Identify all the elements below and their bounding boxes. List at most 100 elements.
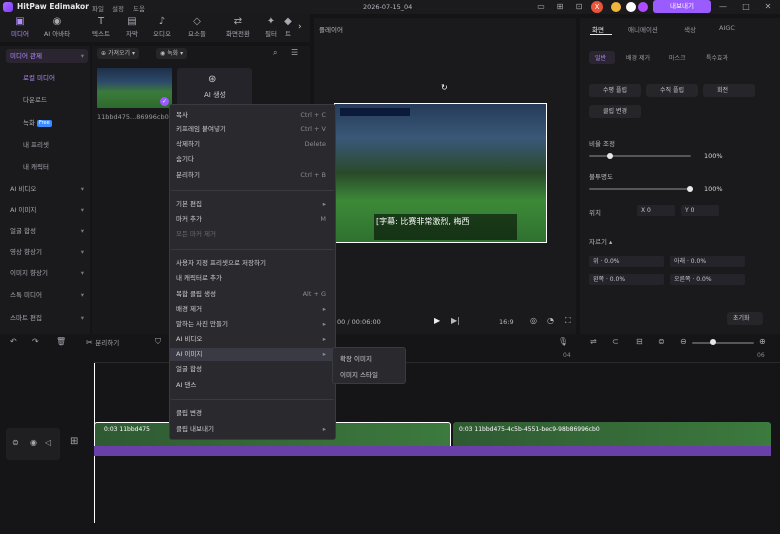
menu-file[interactable]: 파일: [92, 3, 104, 13]
menu-add-marker[interactable]: 마커 추가 M: [176, 213, 326, 225]
zoom-slider[interactable]: [692, 342, 754, 344]
opacity-slider[interactable]: [589, 188, 691, 190]
crop-label[interactable]: 자르기 ▴: [589, 236, 612, 246]
menu-talking-photo[interactable]: 말하는 사진 만들기 ▸: [176, 318, 326, 330]
rotate-icon[interactable]: ↻: [441, 83, 448, 92]
nav-ai-image[interactable]: AI 이미지 ▾: [6, 203, 88, 217]
tab-text[interactable]: T 텍스트: [84, 15, 118, 41]
rotate-button[interactable]: 회전: [703, 84, 755, 97]
opacity-knob[interactable]: [687, 186, 693, 192]
tab-aigc[interactable]: AIGC: [719, 24, 735, 32]
nav-local-media[interactable]: 로컬 미디어: [6, 71, 88, 85]
tab-screen[interactable]: 화면: [592, 24, 604, 34]
opacity-value[interactable]: 100%: [704, 185, 723, 193]
zoom-in-icon[interactable]: ⊕: [759, 337, 766, 346]
next-frame-icon[interactable]: ▶|: [451, 316, 460, 325]
nav-stock-media[interactable]: 스톡 미디어 ▾: [6, 288, 88, 302]
grid-view-icon[interactable]: ☰: [291, 48, 298, 57]
submenu-expand-image[interactable]: 확장 이미지: [340, 353, 372, 365]
tab-transition[interactable]: ⇄ 화면전환: [218, 15, 258, 41]
cart-icon[interactable]: ⊡: [574, 2, 584, 12]
add-track-icon[interactable]: ⊞: [70, 436, 78, 447]
maximize-icon[interactable]: □: [741, 2, 751, 12]
nav-video-enhance[interactable]: 영상 향상기 ▾: [6, 245, 88, 259]
tab-more[interactable]: ◆ 트: [278, 15, 298, 41]
crop-top-field[interactable]: 위 · 0.0%: [589, 256, 664, 267]
lock-icon[interactable]: ⊜: [12, 438, 19, 447]
redo-icon[interactable]: ↷: [32, 337, 39, 346]
menu-export-clip[interactable]: 클립 내보내기 ▸: [176, 423, 326, 435]
nav-my-character[interactable]: 내 캐릭터: [6, 160, 88, 174]
chevron-right-icon[interactable]: ›: [298, 22, 302, 32]
flip-horizontal-button[interactable]: 수평 플립: [589, 84, 641, 97]
flip-vertical-button[interactable]: 수직 플립: [646, 84, 698, 97]
subtab-general[interactable]: 일반: [595, 53, 606, 62]
feedback-icon[interactable]: ▭: [536, 2, 546, 12]
tab-media[interactable]: ▣ 미디어: [3, 15, 37, 41]
split-screen-icon[interactable]: ⊜: [658, 337, 665, 346]
nav-download[interactable]: 다운로드: [6, 93, 88, 107]
undo-icon[interactable]: ↶: [10, 337, 17, 346]
nav-face-swap[interactable]: 얼굴 합성 ▾: [6, 224, 88, 238]
add-credit-icon[interactable]: [638, 2, 648, 12]
shield-icon[interactable]: ⛉: [155, 337, 161, 347]
search-icon[interactable]: ⌕: [273, 48, 277, 58]
zoom-knob[interactable]: [710, 339, 716, 345]
subtab-bg-remove[interactable]: 배경 제거: [626, 53, 650, 62]
play-icon[interactable]: ▶: [434, 316, 440, 325]
scale-slider[interactable]: [589, 155, 691, 157]
link-icon[interactable]: ⇌: [590, 337, 597, 346]
speaker-icon[interactable]: ◁: [45, 438, 51, 447]
tab-ai-avatar[interactable]: ◉ AI 아바타: [40, 15, 74, 41]
menu-help[interactable]: 도움: [133, 3, 145, 13]
menu-bg-remove[interactable]: 배경 제거 ▸: [176, 303, 326, 315]
menu-compound-clip[interactable]: 복합 클립 생성 Alt + G: [176, 288, 326, 300]
mic-icon[interactable]: 🎙: [558, 337, 568, 346]
magnet-icon[interactable]: ⊂: [612, 337, 619, 346]
nav-my-preset[interactable]: 내 프리셋: [6, 138, 88, 152]
export-button[interactable]: 내보내기: [653, 0, 711, 13]
menu-split[interactable]: 분리하기 Ctrl + B: [176, 169, 326, 181]
minimize-icon[interactable]: —: [718, 2, 728, 12]
tab-audio[interactable]: ♪ 오디오: [145, 15, 179, 41]
avatar[interactable]: X: [591, 1, 603, 13]
subtab-mask[interactable]: 마스크: [669, 53, 686, 62]
fullscreen-icon[interactable]: ⛶: [565, 316, 571, 326]
nav-smart-edit[interactable]: 스마트 편집 ▾: [6, 311, 88, 325]
menu-copy[interactable]: 복사 Ctrl + C: [176, 109, 326, 121]
menu-save-preset[interactable]: 사용자 지정 프리셋으로 저장하기: [176, 257, 326, 269]
nav-media-manage[interactable]: 미디어 관제 ▾: [6, 49, 88, 63]
nav-record[interactable]: 녹화 Free: [6, 116, 88, 130]
menu-hide[interactable]: 숨기다: [176, 153, 326, 165]
menu-ai-video[interactable]: AI 비디오 ▸: [176, 333, 326, 345]
menu-ai-dance[interactable]: AI 댄스: [176, 379, 326, 391]
menu-ai-image[interactable]: AI 이미지 ▸: [176, 348, 326, 360]
eye-icon[interactable]: ◉: [30, 438, 37, 447]
change-clip-button[interactable]: 클립 변경: [589, 105, 641, 118]
gift-icon[interactable]: ⊞: [555, 2, 565, 12]
snapshot-icon[interactable]: ◎: [530, 316, 537, 325]
import-button[interactable]: ⊕ 가져오기 ▾: [97, 48, 139, 59]
reset-button[interactable]: 초기화: [727, 312, 763, 325]
crop-left-field[interactable]: 왼쪽 · 0.0%: [589, 274, 664, 285]
position-x-field[interactable]: X 0: [637, 205, 675, 216]
tab-subtitle[interactable]: ▤ 자막: [115, 15, 149, 41]
menu-add-character[interactable]: 내 캐릭터로 추가: [176, 272, 326, 284]
speaker-icon[interactable]: ◔: [547, 316, 554, 325]
zoom-out-icon[interactable]: ⊖: [680, 337, 687, 346]
menu-settings[interactable]: 설정: [112, 3, 124, 13]
position-y-field[interactable]: Y 0: [681, 205, 719, 216]
aspect-ratio[interactable]: 16:9: [499, 318, 514, 326]
nav-ai-video[interactable]: AI 비디오 ▾: [6, 182, 88, 196]
submenu-image-style[interactable]: 이미지 스타일: [340, 369, 378, 381]
scale-knob[interactable]: [607, 153, 613, 159]
tab-elements[interactable]: ◇ 요소들: [180, 15, 214, 41]
scale-value[interactable]: 100%: [704, 152, 723, 160]
menu-change-clip[interactable]: 클립 변경: [176, 407, 326, 419]
nav-image-enhance[interactable]: 이미지 향상기 ▾: [6, 266, 88, 280]
delete-icon[interactable]: 🗑: [56, 337, 66, 346]
record-button[interactable]: ◉ 녹화 ▾: [156, 48, 188, 59]
menu-face-swap[interactable]: 얼굴 합성: [176, 363, 326, 375]
menu-delete[interactable]: 삭제하기 Delete: [176, 138, 326, 150]
tab-animation[interactable]: 애니메이션: [628, 24, 658, 34]
